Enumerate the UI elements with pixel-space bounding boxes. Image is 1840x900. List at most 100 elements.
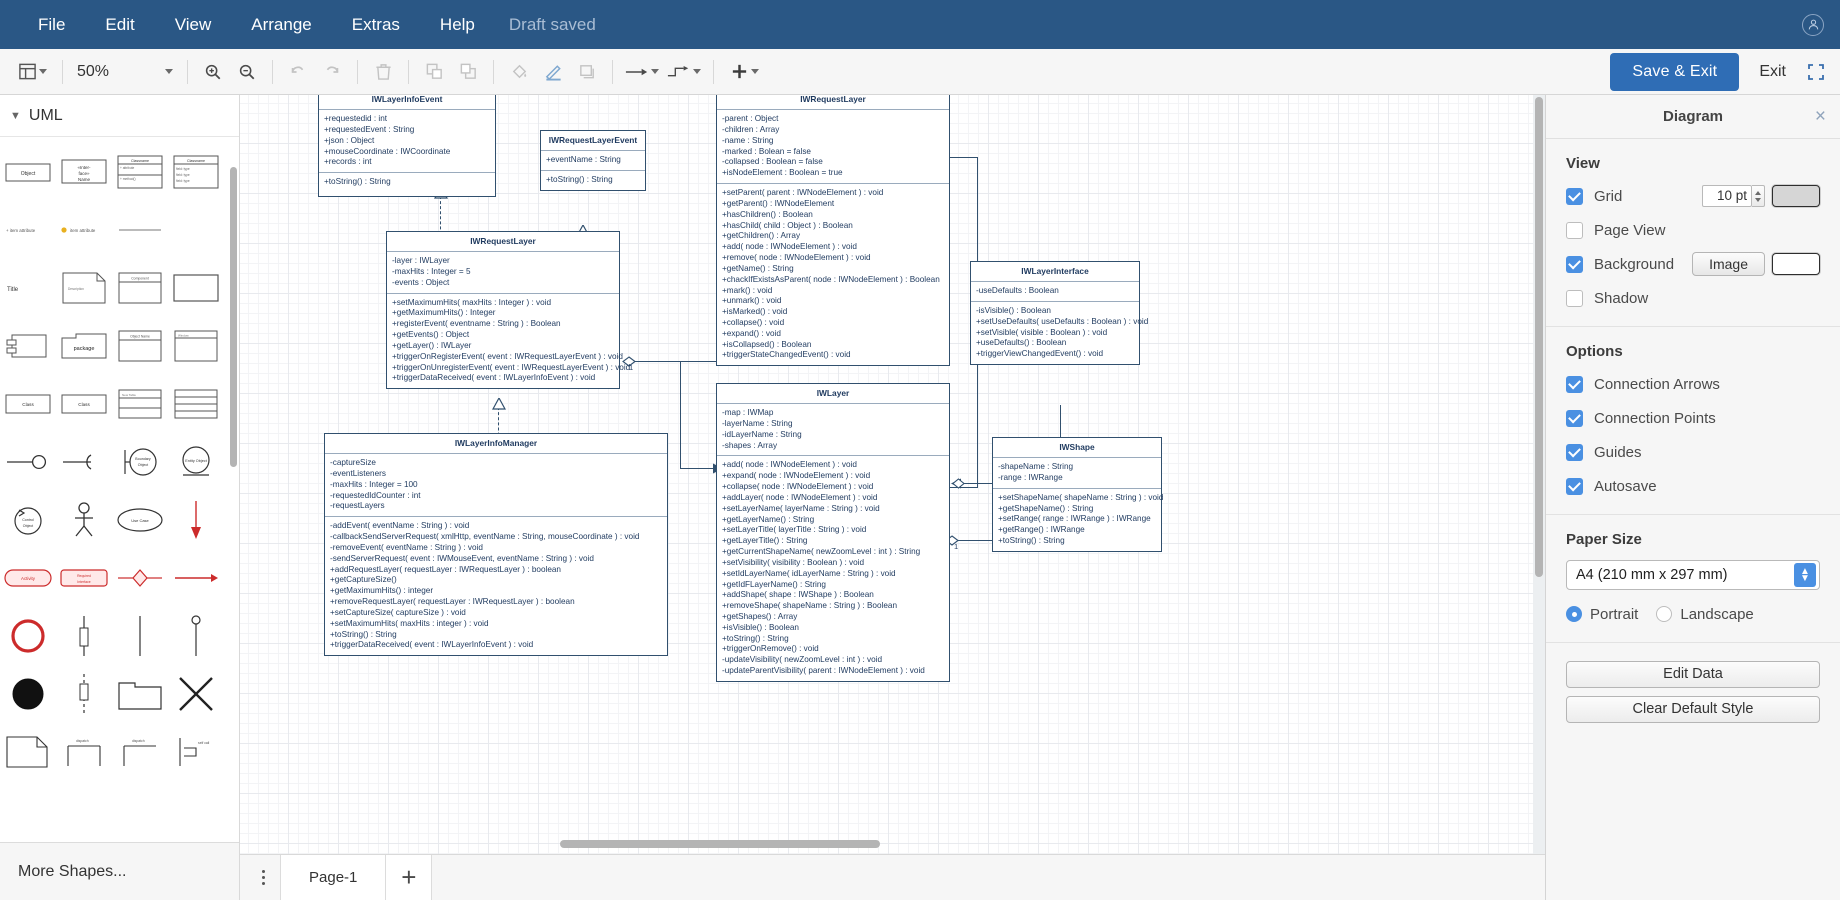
shape-module[interactable]: Component [113,261,167,315]
shape-divider-line[interactable] [113,203,167,257]
close-icon[interactable]: × [1815,107,1826,126]
zoom-in-button[interactable] [196,55,230,89]
grid-size-stepper[interactable] [1752,185,1765,207]
canvas-horizontal-scrollbar[interactable] [560,840,880,848]
page-menu-icon[interactable] [246,861,280,895]
background-image-button[interactable]: Image [1692,252,1765,276]
redo-button[interactable] [315,55,349,89]
shape-object[interactable]: Object [1,145,55,199]
uml-class-iwrequestlayer-right[interactable]: IWRequestLayer -parent : Object -childre… [716,95,950,367]
zoom-control[interactable]: 50% [71,63,179,81]
shape-object-with-attrs[interactable]: Object Name [113,319,167,373]
fill-color-button[interactable] [502,55,536,89]
chevron-down-icon[interactable] [165,69,173,74]
send-to-back-button[interactable] [451,55,485,89]
autosave-checkbox[interactable] [1566,477,1583,495]
shape-lifeline-activation[interactable] [57,609,111,663]
shadow-button[interactable] [570,55,604,89]
shape-lifeline-plain[interactable] [113,609,167,663]
shape-actor[interactable] [57,493,111,547]
edit-data-button[interactable]: Edit Data [1566,661,1820,688]
shape-item-attribute-2[interactable]: item attribute [57,203,111,257]
guides-checkbox[interactable] [1566,443,1583,461]
grid-checkbox[interactable] [1566,187,1583,205]
save-and-exit-button[interactable]: Save & Exit [1610,52,1740,91]
shape-lifeline-circle-top[interactable] [169,609,223,663]
shape-decision-diamond[interactable] [113,551,167,605]
uml-class-iwlayerinfoevent[interactable]: IWLayerInfoEvent +requestedid : int +req… [318,95,496,198]
shape-initial-node-ring[interactable] [1,609,55,663]
menu-edit[interactable]: Edit [85,0,154,49]
user-avatar-icon[interactable] [1802,13,1824,36]
shape-interface[interactable]: «Inter-face» Name [57,145,111,199]
grid-size-input[interactable]: 10 pt [1702,185,1752,207]
uml-class-iwlayerinterface[interactable]: IWLayerInterface -useDefaults : Boolean … [970,261,1148,366]
undo-button[interactable] [281,55,315,89]
canvas-vertical-scrollbar[interactable] [1535,97,1543,577]
exit-button[interactable]: Exit [1749,63,1796,81]
shape-component[interactable] [1,319,55,373]
chevron-updown-icon[interactable]: ▲ ▼ [1794,563,1816,587]
shape-dispatch-2[interactable]: dispatch [113,725,167,779]
shape-dispatch-1[interactable]: dispatch [57,725,111,779]
view-layout-button[interactable] [10,55,54,89]
shape-cross[interactable] [169,667,223,721]
background-color-swatch[interactable] [1772,253,1820,275]
fullscreen-icon[interactable] [1806,62,1826,82]
delete-button[interactable] [366,55,400,89]
shape-class-template[interactable]: Classname + attribute + method() [113,145,167,199]
diagram-canvas[interactable]: request 1 1 [240,95,1533,854]
landscape-radio[interactable] [1656,606,1673,622]
shape-lifeline-dashed[interactable] [57,667,111,721]
waypoint-style-button[interactable] [663,55,705,89]
shape-class-detail[interactable]: Classname field: type field: type field: ty… [169,145,223,199]
shape-control-object[interactable]: Control Object [1,493,55,547]
chevron-down-icon[interactable] [750,69,759,74]
more-shapes-button[interactable]: More Shapes... [0,842,239,900]
uml-class-iwrequestlayer-left[interactable]: IWRequestLayer -layer : IWLayer -maxHits… [386,231,630,390]
chevron-down-icon[interactable] [651,69,659,74]
shape-class-compartments[interactable]: New Table [113,377,167,431]
paper-size-select[interactable]: A4 (210 mm x 297 mm) [1566,560,1820,590]
clear-default-style-button[interactable]: Clear Default Style [1566,696,1820,723]
shape-required-interface[interactable] [57,435,111,489]
shape-class-simple[interactable]: Class [1,377,55,431]
shadow-checkbox[interactable] [1566,289,1583,307]
shape-required-interface-label[interactable]: Required Interface [57,551,111,605]
background-checkbox[interactable] [1566,255,1583,273]
menu-file[interactable]: File [18,0,85,49]
zoom-out-button[interactable] [230,55,264,89]
shape-title-text[interactable]: Title [1,261,55,315]
shape-item-attribute-1[interactable]: + item attribute [1,203,55,257]
grid-color-swatch[interactable] [1772,185,1820,207]
shapes-list[interactable]: Object «Inter-face» Name Classname + attri… [0,137,239,842]
portrait-radio[interactable] [1566,606,1582,622]
page-view-checkbox[interactable] [1566,221,1583,239]
shape-folder[interactable] [113,667,167,721]
shape-window[interactable]: Window [169,319,223,373]
chevron-down-icon[interactable] [693,69,701,74]
menu-extras[interactable]: Extras [332,0,420,49]
shape-final-node[interactable] [1,667,55,721]
line-color-button[interactable] [536,55,570,89]
add-page-button[interactable]: + [386,854,433,900]
uml-class-iwshape[interactable]: IWShape -shapeName : String -range : IWR… [992,437,1163,552]
shapes-scrollbar[interactable] [230,167,237,467]
bring-to-front-button[interactable] [417,55,451,89]
shape-rectangle[interactable] [169,261,223,315]
shape-grid-table[interactable] [169,377,223,431]
menu-view[interactable]: View [155,0,232,49]
shape-boundary-object[interactable]: Boundary Object [113,435,167,489]
connection-points-checkbox[interactable] [1566,409,1583,427]
connection-arrow-style-button[interactable] [621,55,663,89]
menu-help[interactable]: Help [420,0,495,49]
uml-class-iwrequestlayerevent[interactable]: IWRequestLayerEvent +eventName : String … [540,130,646,191]
shape-self-call[interactable]: self call [169,725,223,779]
shape-lifeline-endpoint[interactable] [169,493,223,547]
uml-class-iwlayer[interactable]: IWLayer -map : IWMap -layerName : String… [716,383,950,682]
menu-arrange[interactable]: Arrange [231,0,331,49]
shape-activity[interactable]: Activity [1,551,55,605]
shape-entity-object[interactable]: Entity Object [169,435,223,489]
shape-lollipop-interface[interactable] [1,435,55,489]
shape-arrow-red[interactable] [169,551,223,605]
